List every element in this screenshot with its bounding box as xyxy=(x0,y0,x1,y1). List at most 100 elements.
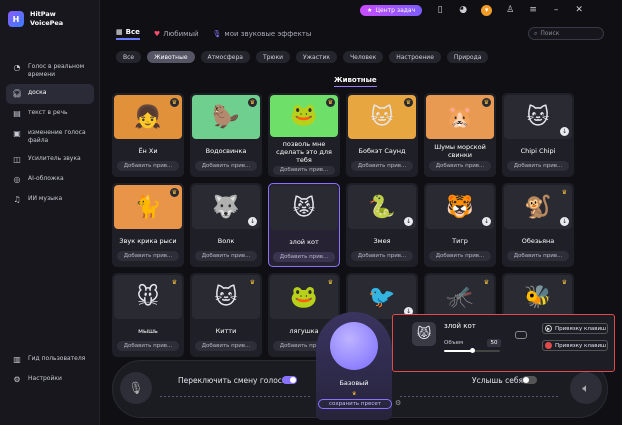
sidebar-bottom: ▥ Гид пользователя ⚙ Настройки xyxy=(6,350,94,390)
mic-button[interactable]: 🎙︎ xyxy=(120,372,152,404)
effect-image: 🐯 xyxy=(446,194,474,220)
search-input[interactable]: ⌕ Поиск xyxy=(528,27,604,40)
add-hotkey-button[interactable]: Добавить прив... xyxy=(351,161,413,171)
effect-card[interactable]: 🐱 ♛ Китти Добавить прив... xyxy=(190,273,262,357)
sidebar-item-board[interactable]: 🎧︎ доска xyxy=(6,84,94,104)
filter-chip[interactable]: Все xyxy=(116,51,142,63)
effect-thumbnail: 😾 xyxy=(270,186,338,230)
voice-avatar[interactable] xyxy=(330,322,378,370)
effect-name: Китти xyxy=(215,327,237,335)
add-hotkey-button[interactable]: Добавить прив... xyxy=(117,341,179,351)
sidebar-item-tts[interactable]: ▤ текст в речь xyxy=(6,104,94,124)
effect-name: мышь xyxy=(138,327,158,335)
filter-chip[interactable]: Настроение xyxy=(389,51,441,63)
filter-chip[interactable]: Трюки xyxy=(255,51,290,63)
minimize-icon[interactable]: – xyxy=(551,5,561,15)
crown-icon: ♛ xyxy=(404,98,413,107)
discord-icon[interactable]: ◕ xyxy=(458,5,468,15)
effect-card[interactable]: 🐍 ↓ Змея Добавить прив... xyxy=(346,183,418,267)
effect-card[interactable]: 🐒 ♛ ↓ Обезьяна Добавить прив... xyxy=(502,183,574,267)
download-icon[interactable]: ↓ xyxy=(482,217,491,226)
effect-card[interactable]: 👧 ♛ Ён Хи Добавить прив... xyxy=(112,93,184,177)
speaker-button[interactable]: 🔈︎ xyxy=(570,372,602,404)
tab-favorites[interactable]: ♥ Любимый xyxy=(154,30,199,38)
volume-value[interactable]: 50 xyxy=(487,339,501,347)
tab-all[interactable]: ▦ Все xyxy=(116,28,140,40)
effect-card[interactable]: 🐯 ↓ Тигр Добавить прив... xyxy=(424,183,496,267)
search-icon: ⌕ xyxy=(534,29,538,37)
sidebar-item-guide[interactable]: ▥ Гид пользователя xyxy=(6,350,94,370)
add-hotkey-button[interactable]: Добавить прив... xyxy=(195,341,257,351)
link-icon[interactable] xyxy=(515,331,527,339)
effect-card[interactable]: 🐈 ♛ Звук крика рыси Добавить прив... xyxy=(112,183,184,267)
category-tabs: ▦ Все ♥ Любимый 🎙︎ мои звуковые эффекты xyxy=(116,28,311,40)
effect-card[interactable]: 🐺 ↓ Волк Добавить прив... xyxy=(190,183,262,267)
sidebar-item-realtime[interactable]: ◔ Голос в реальном времени xyxy=(6,58,94,84)
download-icon[interactable]: ↓ xyxy=(404,217,413,226)
add-hotkey-button[interactable]: Добавить прив... xyxy=(429,161,491,171)
download-icon[interactable]: ↓ xyxy=(560,127,569,136)
add-hotkey-button[interactable]: Добавить прив... xyxy=(117,251,179,261)
play-icon: ▶ xyxy=(545,325,552,332)
close-icon[interactable]: ✕ xyxy=(574,5,584,15)
sidebar-item-label: AI-обложка xyxy=(28,175,64,182)
effect-image: 🐍 xyxy=(368,194,396,220)
sidebar-item-label: Настройки xyxy=(28,375,62,382)
add-hotkey-button[interactable]: Добавить прив... xyxy=(273,165,335,175)
volume-slider-knob[interactable] xyxy=(470,348,475,353)
user-icon[interactable]: ♙ xyxy=(505,5,515,15)
add-hotkey-button[interactable]: Добавить прив... xyxy=(507,161,569,171)
cart-icon[interactable]: ▾ xyxy=(481,4,493,16)
sidebar-item-file-voice[interactable]: ▣ изменение голоса файла xyxy=(6,124,94,150)
hotkey-record-button[interactable]: Привязку клавиш xyxy=(542,340,608,351)
download-icon[interactable]: ↓ xyxy=(248,217,257,226)
add-hotkey-button[interactable]: Добавить прив... xyxy=(195,161,257,171)
task-center-button[interactable]: ★ Центр задач xyxy=(360,4,423,16)
effect-card[interactable]: 🦫 ♛ Водосвинка Добавить прив... xyxy=(190,93,262,177)
filter-chip[interactable]: Ужастик xyxy=(296,51,338,63)
sidebar-item-ai-cover[interactable]: ◎ AI-обложка xyxy=(6,170,94,190)
effect-card[interactable]: 🐱 ↓ Chipi Chipi Добавить прив... xyxy=(502,93,574,177)
save-preset-button[interactable]: сохранить пресет xyxy=(318,399,392,409)
filter-chip[interactable]: Животные xyxy=(147,51,195,63)
hotkey-play-button[interactable]: ▶ Привязку клавиш xyxy=(542,323,608,334)
add-hotkey-button[interactable]: Добавить прив... xyxy=(195,251,257,261)
effect-card[interactable]: 😾 злой кот Добавить прив... xyxy=(268,183,340,267)
effect-name: Волк xyxy=(217,237,235,245)
effect-card[interactable]: 🐭 ♛ мышь Добавить прив... xyxy=(112,273,184,357)
book-icon[interactable]: ▯ xyxy=(435,5,445,15)
task-center-label: Центр задач xyxy=(375,6,416,14)
crown-icon: ♛ xyxy=(352,391,357,397)
effect-card[interactable]: 🐱 ♛ Бобкэт Саунд Добавить прив... xyxy=(346,93,418,177)
tts-icon: ▤ xyxy=(13,109,21,118)
effect-name: Бобкэт Саунд xyxy=(358,147,406,155)
effect-card[interactable]: 🐹 ♛ Шумы морской свинки Добавить прив... xyxy=(424,93,496,177)
tab-my-effects[interactable]: 🎙︎ мои звуковые эффекты xyxy=(213,30,312,38)
filter-chip[interactable]: Природа xyxy=(446,51,489,63)
add-hotkey-button[interactable]: Добавить прив... xyxy=(273,252,335,262)
filter-chip[interactable]: Человек xyxy=(343,51,384,63)
switch-voice-toggle[interactable] xyxy=(282,376,297,384)
effect-image: 🐝 xyxy=(524,284,552,310)
effect-card[interactable]: 🐸 ♛ позволь мне сделать это для тебя Добави… xyxy=(268,93,340,177)
effect-thumbnail: 🐝 ♛ xyxy=(504,275,572,319)
add-hotkey-button[interactable]: Добавить прив... xyxy=(351,251,413,261)
filter-chip[interactable]: Атмосфера xyxy=(200,51,250,63)
effect-image: 🦟 xyxy=(446,284,474,310)
download-icon[interactable]: ↓ xyxy=(560,217,569,226)
crown-icon: ♛ xyxy=(482,278,491,287)
sidebar-item-label: Гид пользователя xyxy=(28,355,86,362)
add-hotkey-button[interactable]: Добавить прив... xyxy=(429,251,491,261)
sidebar-item-amplifier[interactable]: ◫ Усилитель звука xyxy=(6,150,94,170)
preset-settings-icon[interactable]: ⚙ xyxy=(395,399,401,407)
add-hotkey-button[interactable]: Добавить прив... xyxy=(507,251,569,261)
effect-name: Водосвинка xyxy=(205,147,247,155)
sidebar-item-settings[interactable]: ⚙ Настройки xyxy=(6,370,94,390)
sidebar-item-label: ИИ музыка xyxy=(28,195,63,202)
effect-image: 🐱 xyxy=(526,104,550,130)
menu-icon[interactable]: ≡ xyxy=(528,5,538,15)
hear-yourself-toggle[interactable] xyxy=(522,376,537,384)
effect-name: Chipi Chipi xyxy=(520,147,556,155)
sidebar-item-music[interactable]: ♫ ИИ музыка xyxy=(6,190,94,210)
add-hotkey-button[interactable]: Добавить прив... xyxy=(117,161,179,171)
